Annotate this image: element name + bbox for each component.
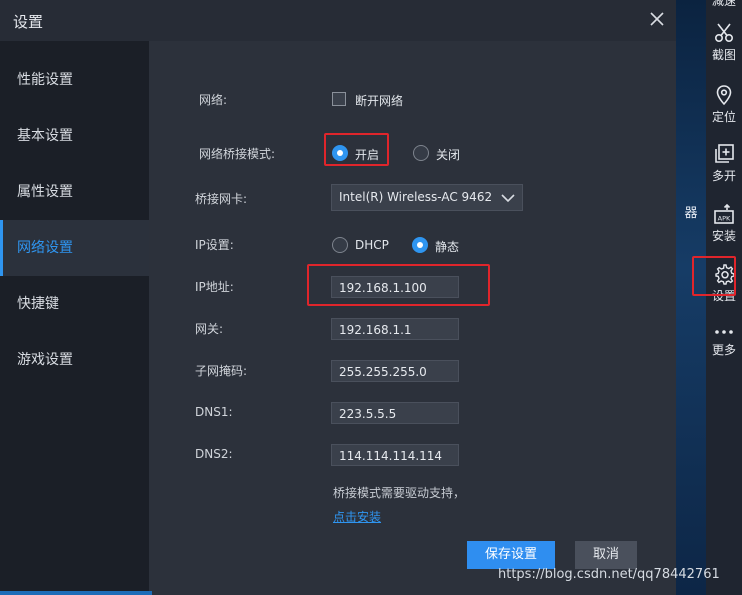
dns1-input[interactable]: 223.5.5.5 [331,402,459,424]
settings-sidebar: 性能设置 基本设置 属性设置 网络设置 快捷键 游戏设置 [0,41,149,595]
right-toolbar: 减速 截图 定位 多开 APK 安装 设置 更多 [706,0,742,595]
bridge-off-radio[interactable] [413,145,429,161]
dhcp-radio[interactable] [332,237,348,253]
disconnect-checkbox[interactable] [332,92,346,106]
ip-address-input[interactable]: 192.168.1.100 [331,276,459,298]
toolbar-item-multi-open[interactable]: 多开 [706,143,742,184]
dns2-input[interactable]: 114.114.114.114 [331,444,459,466]
static-radio[interactable] [412,237,428,253]
install-driver-link[interactable]: 点击安装 [333,508,381,525]
dns2-label: DNS2: [195,447,233,461]
sidebar-item-performance[interactable]: 性能设置 [0,52,149,108]
sidebar-item-basic[interactable]: 基本设置 [0,108,149,164]
toolbar-item-screenshot[interactable]: 截图 [706,22,742,63]
sidebar-item-properties[interactable]: 属性设置 [0,164,149,220]
cancel-button[interactable]: 取消 [575,541,637,569]
ip-setting-label: IP设置: [195,238,234,252]
bridge-off-label: 关闭 [436,148,461,162]
close-icon[interactable] [648,10,666,28]
location-pin-icon [716,85,732,106]
settings-dialog: 设置 性能设置 基本设置 属性设置 网络设置 快捷键 游戏设置 网络: 断开网络… [0,0,676,595]
apk-install-icon: APK [714,203,734,224]
bridge-mode-label: 网络桥接模式: [199,147,276,161]
toolbar-item-location[interactable]: 定位 [706,84,742,125]
dhcp-label: DHCP [355,238,389,252]
save-button[interactable]: 保存设置 [467,541,555,569]
toolbar-label-location: 定位 [711,110,736,124]
subnet-label: 子网掩码: [195,364,248,378]
ip-address-label: IP地址: [195,280,234,294]
subnet-input[interactable]: 255.255.255.0 [331,360,459,382]
settings-highlight-box [692,256,736,296]
background-partial-text: 器 [684,206,698,221]
network-settings-panel: 网络: 断开网络 网络桥接模式: 开启 关闭 桥接网卡: Intel(R) Wi… [149,41,676,595]
watermark: https://blog.csdn.net/qq78442761 [498,567,720,582]
toolbar-partial-label[interactable]: 减速 [706,0,742,9]
adapter-select-value: Intel(R) Wireless-AC 9462 [339,190,493,204]
disconnect-label: 断开网络 [355,94,404,108]
sidebar-item-network[interactable]: 网络设置 [0,220,149,276]
driver-note: 桥接模式需要驱动支持， [333,486,466,500]
static-label: 静态 [435,240,460,254]
toolbar-label-screenshot: 截图 [711,48,736,62]
toolbar-label-multi-open: 多开 [711,169,736,183]
toolbar-label-install: 安装 [711,229,736,243]
background-game-window [676,0,706,595]
chevron-down-icon [501,194,515,203]
bottom-accent-line [0,591,152,595]
scissors-icon [714,23,734,43]
gateway-label: 网关: [195,322,224,336]
toolbar-item-install[interactable]: APK 安装 [706,203,742,244]
dns1-label: DNS1: [195,405,233,419]
adapter-select[interactable]: Intel(R) Wireless-AC 9462 [331,184,523,211]
bridge-on-label: 开启 [355,148,380,162]
bridge-on-radio[interactable] [332,145,348,161]
network-label: 网络: [199,93,228,107]
adapter-label: 桥接网卡: [195,192,248,206]
sidebar-item-shortcuts[interactable]: 快捷键 [0,276,149,332]
gateway-input[interactable]: 192.168.1.1 [331,318,459,340]
svg-text:APK: APK [718,215,731,223]
toolbar-label-more: 更多 [711,343,736,357]
multi-window-icon [715,144,734,163]
dialog-title: 设置 [13,13,44,31]
sidebar-item-game[interactable]: 游戏设置 [0,332,149,388]
toolbar-item-more[interactable]: 更多 [706,325,742,358]
more-dots-icon [715,330,733,334]
